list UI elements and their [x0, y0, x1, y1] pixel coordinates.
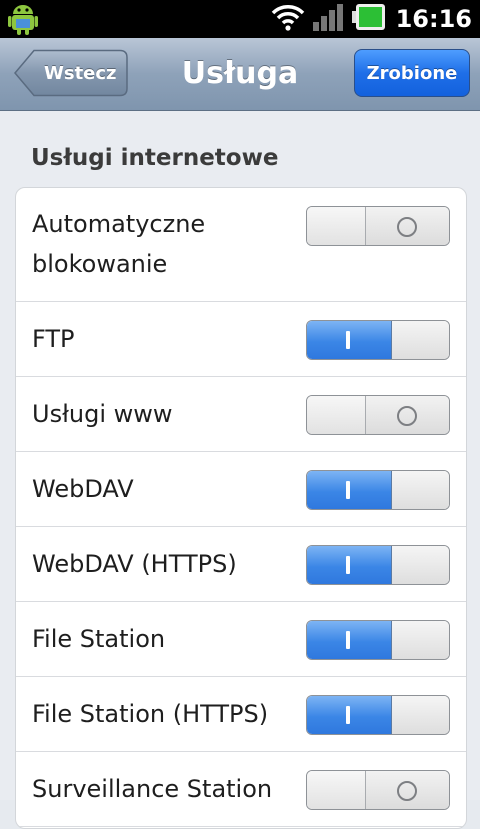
- auto-block-toggle[interactable]: [306, 206, 450, 246]
- list-item: FTP: [16, 302, 466, 377]
- web-services-toggle[interactable]: [306, 395, 450, 435]
- list-item: File Station: [16, 602, 466, 677]
- service-label: File Station: [32, 625, 166, 653]
- webdav-toggle[interactable]: [306, 470, 450, 510]
- file-station-toggle[interactable]: [306, 620, 450, 660]
- service-label: Surveillance Station: [32, 775, 273, 803]
- ftp-toggle[interactable]: [306, 320, 450, 360]
- toggle-on-icon: [346, 556, 350, 574]
- battery-icon: [351, 2, 386, 36]
- service-label-line2: blokowanie: [32, 250, 168, 278]
- service-label: FTP: [32, 325, 75, 353]
- list-item: WebDAV: [16, 452, 466, 527]
- toggle-off-icon: [397, 217, 417, 237]
- service-label: Usługi www: [32, 400, 173, 428]
- service-label: WebDAV: [32, 475, 134, 503]
- list-item: Usługi www: [16, 377, 466, 452]
- toggle-on-icon: [346, 631, 350, 649]
- back-button-label: Wstecz: [44, 62, 117, 84]
- list-item: Automatyczne blokowanie: [16, 188, 466, 302]
- webdav-https-toggle[interactable]: [306, 545, 450, 585]
- section-title: Usługi internetowe: [31, 145, 279, 171]
- toggle-off-icon: [397, 781, 417, 801]
- clock: 16:16: [395, 5, 472, 33]
- android-icon: [6, 2, 40, 36]
- list-item: WebDAV (HTTPS): [16, 527, 466, 602]
- toggle-on-icon: [346, 331, 350, 349]
- list-item: Surveillance Station: [16, 752, 466, 827]
- services-list: Automatyczne blokowanie FTP Usługi www W…: [15, 187, 467, 829]
- toggle-on-icon: [346, 481, 350, 499]
- file-station-https-toggle[interactable]: [306, 695, 450, 735]
- service-label: File Station (HTTPS): [32, 700, 269, 728]
- content-area: Usługi internetowe Automatyczne blokowan…: [0, 111, 480, 829]
- signal-icon: [312, 2, 346, 36]
- list-item: File Station (HTTPS): [16, 677, 466, 752]
- toggle-on-icon: [346, 706, 350, 724]
- back-button[interactable]: Wstecz: [14, 49, 128, 97]
- done-button[interactable]: Zrobione: [354, 49, 470, 97]
- service-label: WebDAV (HTTPS): [32, 550, 237, 578]
- toggle-off-icon: [397, 406, 417, 426]
- status-bar: 16:16: [0, 0, 480, 38]
- service-label-line1: Automatyczne: [32, 210, 206, 238]
- navigation-bar: Wstecz Usługa Zrobione: [0, 38, 480, 111]
- service-label: Automatyczne blokowanie: [32, 204, 205, 284]
- wifi-icon: [270, 2, 306, 36]
- surveillance-station-toggle[interactable]: [306, 770, 450, 810]
